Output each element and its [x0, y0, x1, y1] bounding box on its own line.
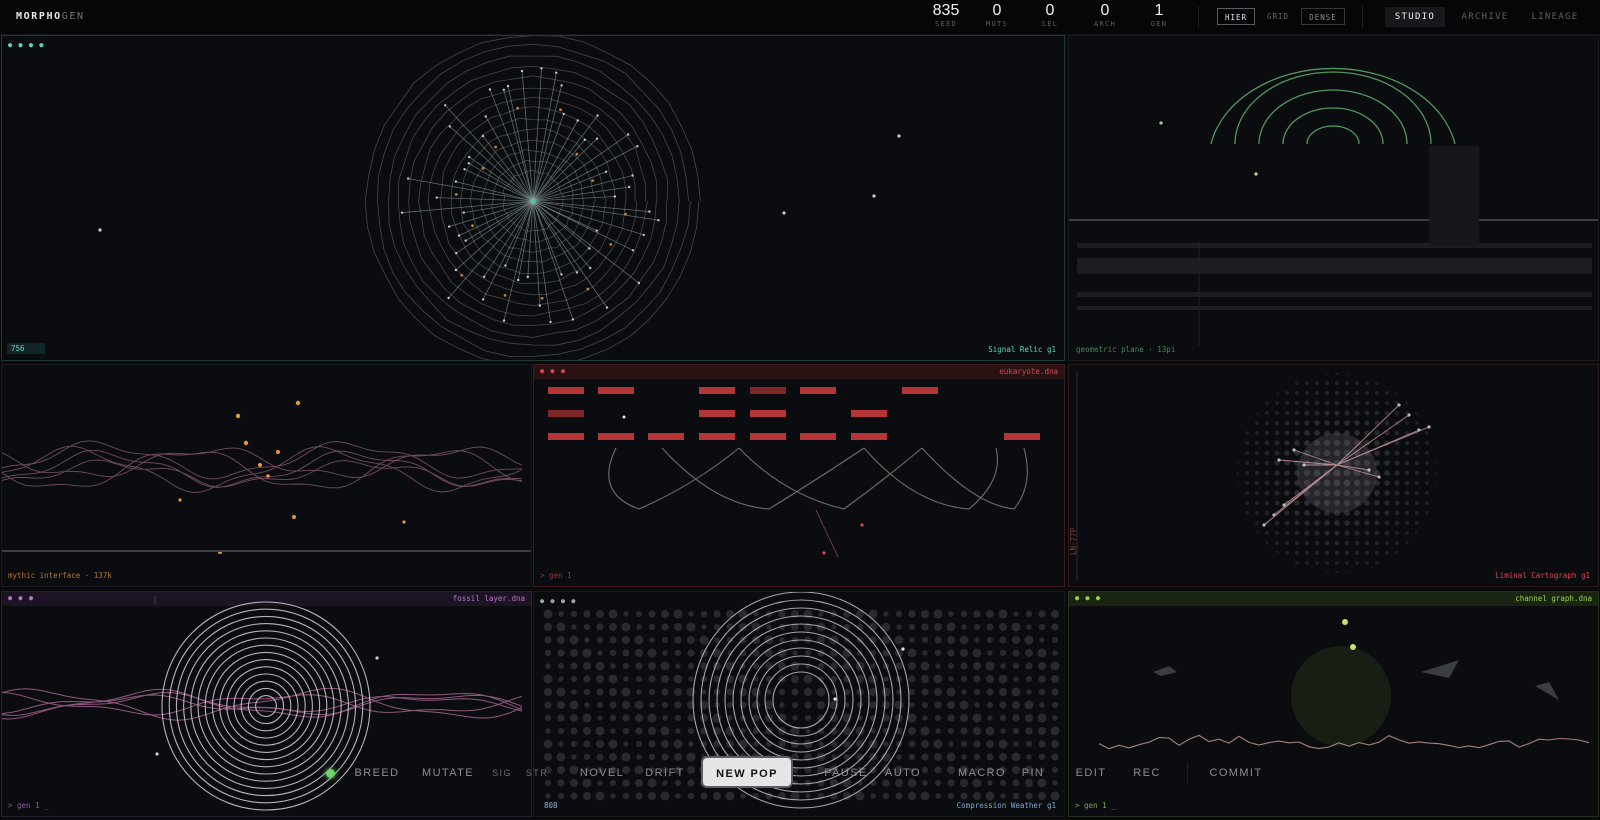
mythic-interface-visual — [2, 400, 531, 554]
panel-title: geometric plane · 13pi — [1076, 345, 1176, 354]
stat-sel: 0 SEL — [1041, 2, 1059, 28]
sig-button[interactable]: SIG — [488, 762, 516, 784]
layout-dense-button[interactable]: DENSE — [1301, 8, 1345, 25]
panel-side-label: LN-77P — [1069, 527, 1078, 555]
panel-liminal-cartograph[interactable]: LN-77P Liminal Cartograph g1 — [1068, 364, 1599, 587]
panel-footer: > gen 1 — [540, 571, 572, 580]
geometric-plane-visual — [1069, 67, 1598, 346]
nav-studio[interactable]: STUDIO — [1385, 7, 1445, 27]
panel-footer: > gen 1 _ — [8, 801, 49, 810]
signal-relic-visual — [98, 36, 901, 360]
stat-seed: 835 SEED — [932, 2, 960, 28]
status-dot — [326, 769, 335, 778]
macro-button[interactable]: MACRO — [955, 762, 1009, 784]
panel-counter: 808 — [544, 801, 558, 810]
mutate-button[interactable]: MUTATE — [417, 762, 479, 784]
rec-button[interactable]: REC — [1128, 762, 1166, 784]
panel-eukaryote[interactable]: ● ● ● eukaryote.dna > gen 1 — [533, 364, 1065, 587]
breed-button[interactable]: BREED — [349, 762, 405, 784]
panel-mythic-interface[interactable]: mythic interface · 137k — [1, 364, 532, 587]
pin-button[interactable]: PIN — [1016, 762, 1050, 784]
auto-button[interactable]: AUTO — [879, 762, 927, 784]
drift-button[interactable]: DRIFT — [638, 762, 692, 784]
panel-dots-icon: ● ● ● ● — [8, 41, 45, 49]
divider — [1187, 762, 1188, 784]
stat-arch: 0 ARCH — [1093, 2, 1117, 28]
panel-signal-relic[interactable]: ● ● ● ● 756 Signal Relic g1 — [1, 35, 1065, 361]
panel-title: Compression Weather g1 — [956, 801, 1056, 810]
divider — [1198, 6, 1199, 28]
top-bar: MORPHOGEN 835 SEED 0 MUTS 0 SEL 0 ARCH 1 GEN … — [0, 0, 1600, 35]
panel-geometric-plane[interactable]: geometric plane · 13pi — [1068, 35, 1599, 361]
panel-dots-icon: ● ● ● ● — [540, 597, 577, 605]
stat-gen: 1 GEN — [1150, 2, 1168, 28]
edit-button[interactable]: EDIT — [1069, 762, 1113, 784]
str-button[interactable]: STR — [523, 762, 551, 784]
panel-title: Liminal Cartograph g1 — [1495, 571, 1590, 580]
panel-footer: > gen 1 _ — [1075, 801, 1116, 810]
panel-title: mythic interface · 137k — [8, 571, 112, 580]
eukaryote-visual — [548, 387, 1040, 558]
novel-button[interactable]: NOVEL — [574, 762, 630, 784]
layout-grid-button[interactable]: GRID — [1260, 8, 1296, 25]
panel-counter: 756 — [7, 343, 45, 354]
panel-title: Signal Relic g1 — [988, 345, 1056, 354]
commit-button[interactable]: COMMIT — [1199, 762, 1273, 784]
layout-hier-button[interactable]: HIER — [1217, 8, 1255, 25]
stat-muts: 0 MUTS — [985, 2, 1009, 28]
nav-lineage[interactable]: LINEAGE — [1522, 7, 1588, 27]
app-logo: MORPHOGEN — [16, 11, 85, 22]
command-bar: BREED MUTATE SIG STR NOVEL DRIFT NEW POP… — [313, 752, 1285, 794]
liminal-visual — [1076, 371, 1437, 581]
nav-archive[interactable]: ARCHIVE — [1452, 7, 1518, 27]
pause-button[interactable]: PAUSE — [819, 762, 873, 784]
divider — [1362, 6, 1363, 28]
new-pop-button[interactable]: NEW POP — [701, 756, 793, 788]
